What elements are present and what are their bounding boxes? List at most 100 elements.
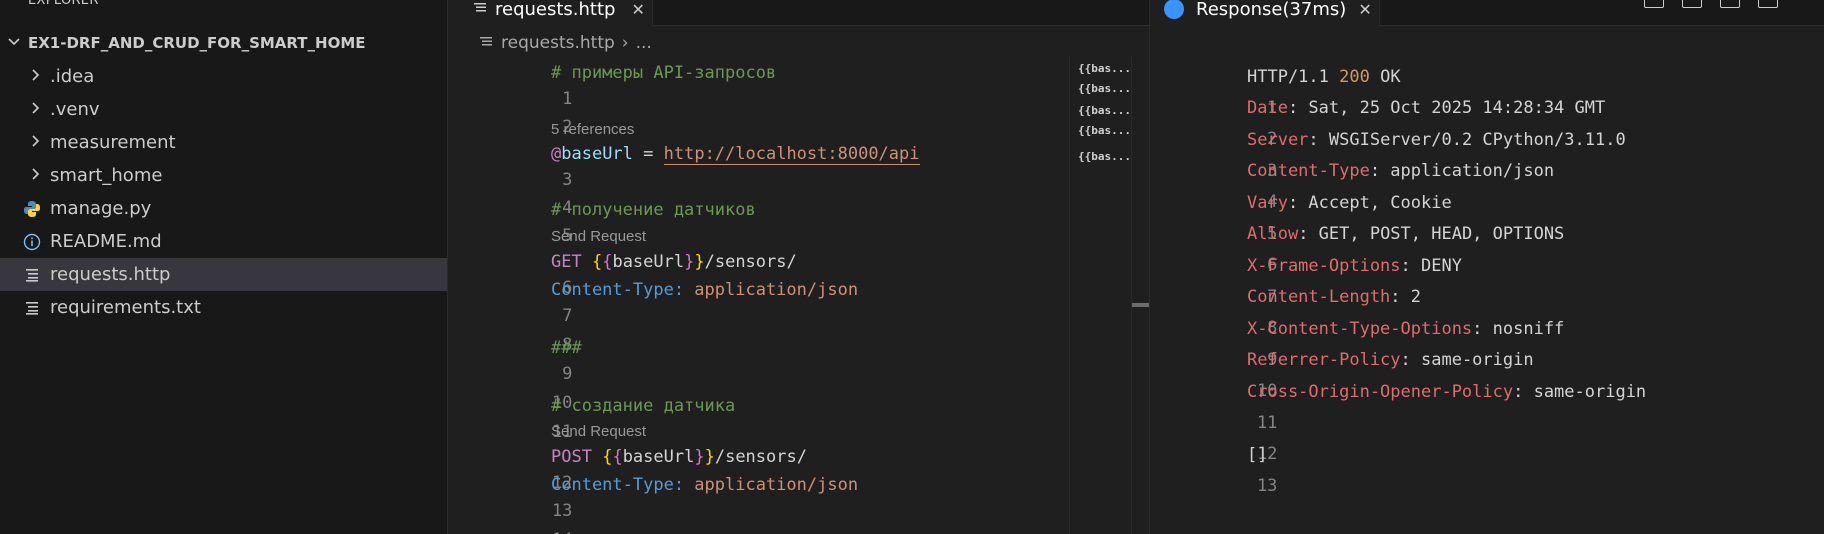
explorer-more-icon[interactable]: ··· xyxy=(402,0,419,7)
header-value: : application/json xyxy=(1369,161,1555,181)
response-line: 9 X-Content-Type-Options: nosniff xyxy=(1150,314,1824,370)
code-line: 10 xyxy=(449,364,1069,413)
base-url-link[interactable]: http://localhost:8000/api xyxy=(663,144,920,165)
tree-item-requirements[interactable]: requirements.txt xyxy=(0,291,447,324)
tree-item-readme[interactable]: README.md xyxy=(0,225,447,258)
header-key: X-Content-Type-Options xyxy=(1247,319,1473,339)
minimap[interactable]: {{bas... {{bas...s {{bas...s {{bas...s {… xyxy=(1069,56,1131,534)
request-path: /sensors/ xyxy=(714,447,807,467)
comment-text: # создание датчика xyxy=(551,396,736,416)
comment-text: # получение датчиков xyxy=(551,200,756,220)
response-line: 8 Content-Length: 2 xyxy=(1150,282,1824,338)
split-editor-icon[interactable] xyxy=(1682,0,1702,8)
breadcrumb-symbols[interactable]: ... xyxy=(636,33,652,53)
brace: } xyxy=(684,252,695,272)
workspace-root-folder[interactable]: EX1-DRF_AND_CRUD_FOR_SMART_HOME xyxy=(0,30,447,56)
variable-ref: baseUrl xyxy=(622,447,695,467)
response-icon xyxy=(1164,0,1184,19)
response-line: 10 Referrer-Policy: same-origin xyxy=(1150,345,1824,401)
chevron-right-icon xyxy=(25,68,47,86)
tree-item-smart-home[interactable]: smart_home xyxy=(0,159,447,192)
code-line: 7 Content-Type: application/json xyxy=(449,277,1069,326)
tree-item-label: README.md xyxy=(50,231,162,252)
code-line: 14 xyxy=(449,501,1069,534)
info-icon xyxy=(22,233,42,251)
send-request-codelens[interactable]: Send Request xyxy=(551,226,646,248)
brace: { xyxy=(591,252,603,272)
minimap-line: {{bas...s xyxy=(1078,150,1130,163)
open-changes-icon[interactable] xyxy=(1644,0,1664,8)
header-key: X-Frame-Options xyxy=(1247,256,1401,276)
tree-item-label: smart_home xyxy=(50,165,163,186)
vertical-scrollbar[interactable] xyxy=(1131,56,1149,534)
editor-tab-bar: requests.http ✕ ··· xyxy=(449,0,1149,26)
response-line: 1 HTTP/1.1 200 OK xyxy=(1150,62,1824,118)
brace: } xyxy=(694,252,705,272)
tab-response[interactable]: Response(37ms) ✕ xyxy=(1150,0,1380,26)
close-icon[interactable]: ✕ xyxy=(1358,0,1371,19)
header-value: : 2 xyxy=(1390,287,1422,307)
header-value: : same-origin xyxy=(1400,350,1534,370)
variable-name: baseUrl xyxy=(561,144,633,164)
tree-item-requests-http[interactable]: requests.http xyxy=(0,258,447,291)
header-value: application/json xyxy=(684,475,859,495)
code-line: 1 # примеры API-запросов xyxy=(449,60,1069,109)
close-icon[interactable]: ✕ xyxy=(631,0,644,19)
copy-icon[interactable] xyxy=(1720,0,1740,8)
response-line: 11 Cross-Origin-Opener-Policy: same-orig… xyxy=(1150,377,1824,433)
scrollbar-thumb[interactable] xyxy=(1132,303,1149,307)
header-key: Referrer-Policy xyxy=(1247,350,1401,370)
header-key: Content-Length xyxy=(1247,287,1391,307)
tree-item-measurement[interactable]: measurement xyxy=(0,126,447,159)
status-code: 200 xyxy=(1339,67,1370,87)
header-value: : DENY xyxy=(1400,256,1462,276)
minimap-line: {{bas... xyxy=(1078,62,1130,75)
header-key: Cross-Origin-Opener-Policy xyxy=(1247,382,1514,402)
send-request-codelens[interactable]: Send Request xyxy=(551,421,646,443)
python-icon xyxy=(22,200,42,218)
text-file-icon xyxy=(22,301,42,315)
brace: } xyxy=(694,447,705,467)
tree-item-label: manage.py xyxy=(50,198,152,219)
header-key: Vary xyxy=(1247,193,1288,213)
breadcrumb: requests.http › ... xyxy=(479,30,652,56)
breadcrumb-file[interactable]: requests.http xyxy=(501,33,615,53)
tree-item-label: requirements.txt xyxy=(50,297,201,318)
header-value: : WSGIServer/0.2 CPython/3.11.0 xyxy=(1308,130,1626,150)
editor-more-icon[interactable]: ··· xyxy=(1101,0,1118,7)
editor-actions xyxy=(1644,0,1778,8)
code-line: 8 xyxy=(449,306,1069,355)
response-line: 12 xyxy=(1150,408,1824,464)
response-body: [] xyxy=(1247,445,1268,465)
status-text: OK xyxy=(1369,67,1401,87)
editor-pane: requests.http ✕ ··· requests.http › ... … xyxy=(449,0,1149,534)
code-line: 4 xyxy=(449,169,1069,218)
code-line: 2 xyxy=(449,88,1069,137)
workspace-root-label: EX1-DRF_AND_CRUD_FOR_SMART_HOME xyxy=(28,34,366,52)
header-value: : nosniff xyxy=(1472,319,1565,339)
tab-requests-http[interactable]: requests.http ✕ xyxy=(449,0,653,26)
layout-icon[interactable] xyxy=(1758,0,1778,8)
references-codelens[interactable]: 5 references xyxy=(551,119,634,141)
response-line: 7 X-Frame-Options: DENY xyxy=(1150,251,1824,307)
header-key: Server xyxy=(1247,130,1309,150)
response-line: 4 Content-Type: application/json xyxy=(1150,156,1824,212)
text-file-icon xyxy=(479,36,493,51)
text-file-icon xyxy=(473,2,487,17)
chevron-right-icon xyxy=(25,167,47,185)
response-tab-bar: Response(37ms) ✕ xyxy=(1150,0,1824,26)
tree-item-manage-py[interactable]: manage.py xyxy=(0,192,447,225)
tree-item-venv[interactable]: .venv xyxy=(0,93,447,126)
tab-label: requests.http xyxy=(495,0,616,20)
breadcrumb-separator: › xyxy=(621,33,629,53)
response-pane: Response(37ms) ✕ 1 HTTP/1.1 200 OK 2 Dat… xyxy=(1149,0,1824,534)
variable-ref: baseUrl xyxy=(612,252,685,272)
text-file-icon xyxy=(22,268,42,282)
header-value: : Sat, 25 Oct 2025 14:28:34 GMT xyxy=(1287,98,1606,118)
assign-operator: = xyxy=(632,144,664,164)
code-line: 9 ### xyxy=(449,335,1069,384)
tree-item-idea[interactable]: .idea xyxy=(0,60,447,93)
request-separator: ### xyxy=(551,338,582,358)
response-line: 5 Vary: Accept, Cookie xyxy=(1150,188,1824,244)
header-key: Content-Type: xyxy=(551,280,685,300)
